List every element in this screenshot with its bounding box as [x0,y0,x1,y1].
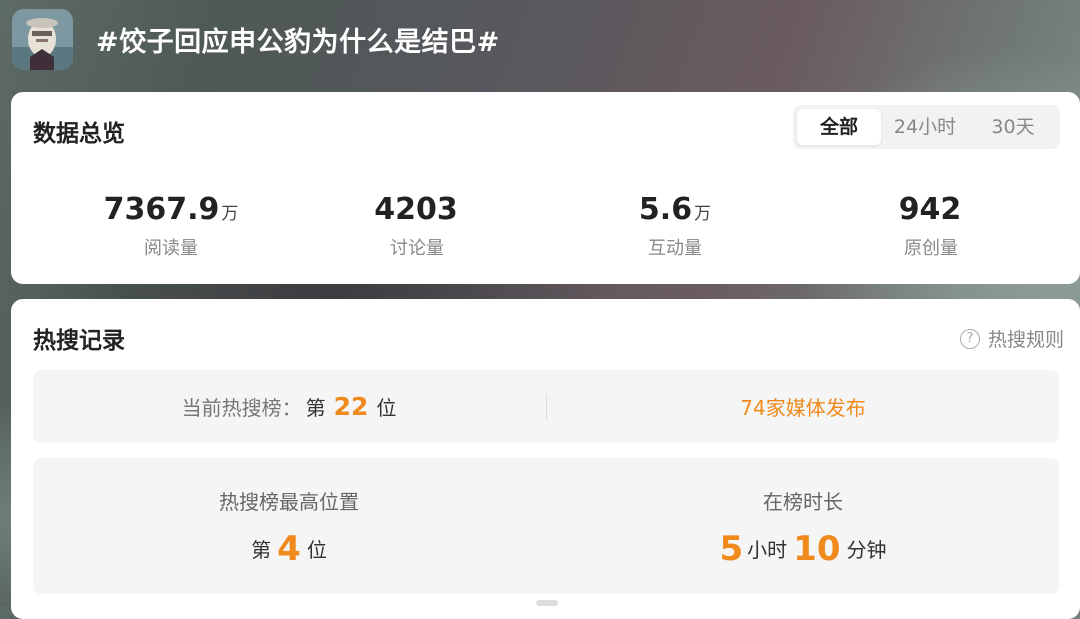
current-rank-suffix: 位 [376,396,397,420]
stat-interactions-value: 5.6 [638,192,693,227]
stat-interactions: 5.6 万 互动量 [575,192,775,260]
duration-hours-unit: 小时 [747,538,788,562]
current-rank-panel: 当前热搜榜： 第 22 位 74家媒体发布 [33,370,1059,443]
tab-30-days[interactable]: 30天 [971,109,1055,145]
media-publish-link[interactable]: 74家媒体发布 [547,370,1059,443]
tab-24-hours[interactable]: 24小时 [883,109,967,145]
current-rank-label: 当前热搜榜： [181,396,302,420]
hot-search-rules-label: 热搜规则 [987,329,1064,351]
stat-discussions-value: 4203 [374,192,458,227]
current-rank: 当前热搜榜： 第 22 位 [33,370,545,443]
duration-minutes-unit: 分钟 [846,538,887,562]
stat-discussions: 4203 讨论量 [317,192,517,260]
hot-search-rules-link[interactable]: ? 热搜规则 [959,325,1064,352]
overview-title: 数据总览 [33,121,125,147]
highest-position-prefix: 第 [251,538,272,562]
stat-reads-label: 阅读量 [144,238,198,259]
time-on-list: 在榜时长 5 小时 10 分钟 [547,486,1059,569]
current-rank-prefix: 第 [305,396,326,420]
stat-interactions-label: 互动量 [648,238,702,259]
stat-discussions-label: 讨论量 [390,238,444,259]
hot-search-title: 热搜记录 [33,328,125,354]
topic-title: #饺子回应申公豹为什么是结巴# [96,27,500,58]
scroll-indicator [536,600,558,606]
stat-originals-value: 942 [898,192,962,227]
stat-interactions-unit: 万 [694,204,712,224]
highest-position-suffix: 位 [306,538,327,562]
stat-reads: 7367.9 万 阅读量 [71,192,271,260]
time-on-list-title: 在榜时长 [763,490,843,514]
avatar-image [12,9,73,70]
stat-originals-label: 原创量 [904,238,958,259]
current-rank-value: 22 [333,392,369,421]
hot-search-card: 热搜记录 ? 热搜规则 当前热搜榜： 第 22 位 74家媒体发布 热搜榜最高位… [11,299,1080,619]
duration-minutes-value: 10 [793,529,841,569]
topic-avatar[interactable] [12,9,73,70]
tab-all[interactable]: 全部 [797,109,881,145]
duration-hours-value: 5 [719,529,744,569]
time-range-selector: 全部 24小时 30天 [793,105,1060,149]
stat-reads-unit: 万 [221,204,239,224]
hot-search-stats-panel: 热搜榜最高位置 第4位 在榜时长 5 小时 10 分钟 [33,458,1059,594]
question-circle-icon: ? [959,328,980,349]
stat-originals: 942 原创量 [831,192,1031,260]
highest-position: 热搜榜最高位置 第4位 [33,486,545,569]
highest-position-value: 4 [277,529,301,569]
stat-reads-value: 7367.9 [103,192,220,227]
overview-card: 数据总览 全部 24小时 30天 7367.9 万 阅读量 4203 讨论量 5.… [11,92,1080,284]
highest-position-title: 热搜榜最高位置 [219,490,359,514]
